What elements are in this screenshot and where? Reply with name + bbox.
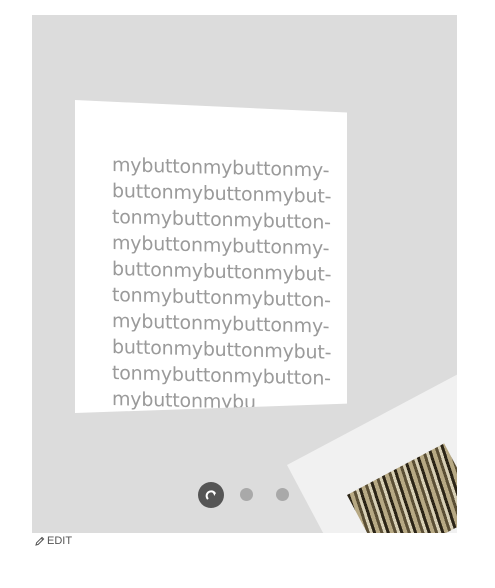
pencil-icon — [35, 536, 45, 546]
pagination-dot-active[interactable] — [198, 482, 224, 508]
carousel-card[interactable]: mybuttonmybuttonmy- buttonmybuttonmybut-… — [75, 100, 347, 413]
edit-link[interactable]: EDIT — [35, 535, 72, 547]
carousel-stage: mybuttonmybuttonmy- buttonmybuttonmybut-… — [32, 15, 457, 533]
pagination-dot-2[interactable] — [240, 488, 253, 501]
reload-icon — [205, 490, 216, 500]
card-text: mybuttonmybuttonmy- buttonmybuttonmybut-… — [112, 154, 332, 414]
edit-label: EDIT — [47, 535, 73, 547]
pagination-dot-3[interactable] — [276, 488, 289, 501]
